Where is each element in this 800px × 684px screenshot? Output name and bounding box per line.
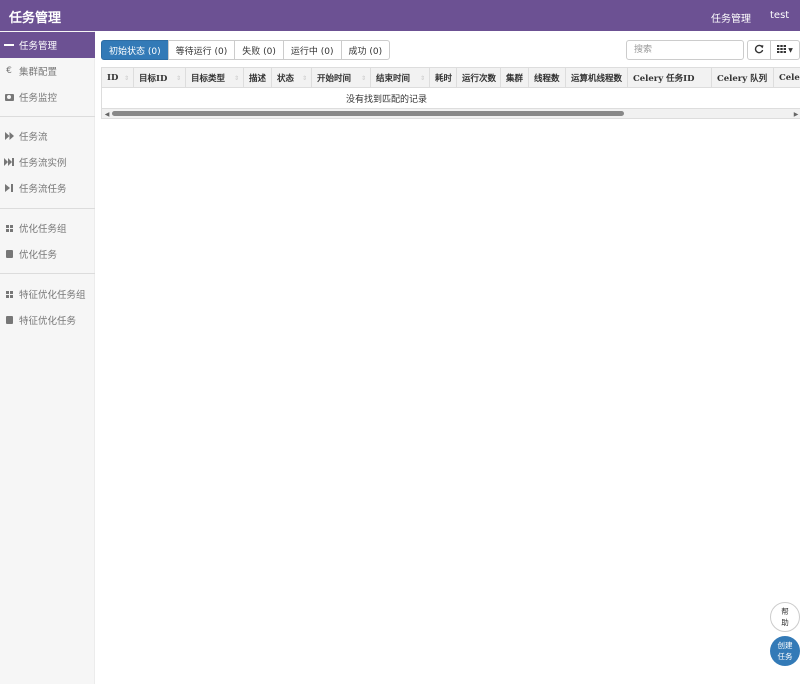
sort-icon: ⇕ <box>233 74 239 82</box>
table-header-row: ID ⇕ 目标ID ⇕ 目标类型 ⇕ 描述 状态 ⇕ 开始时间 ⇕ 结束时间 ⇕ 耗时 运行… <box>102 68 800 88</box>
column-header-celery-queue[interactable]: Celery 队列 <box>712 68 774 88</box>
column-header-celery-task-id[interactable]: Celery 任务ID <box>628 68 712 88</box>
sidebar-item-task-monitor[interactable]: 任务监控 <box>0 84 95 110</box>
sort-icon: ⇕ <box>123 74 129 82</box>
euro-icon: € <box>6 65 12 76</box>
sidebar-item-workflow-instance[interactable]: 任务流实例 <box>0 149 95 175</box>
tab-success[interactable]: 成功 (0) <box>340 40 391 60</box>
refresh-icon <box>754 44 764 57</box>
top-navbar: 任务管理 任务管理 test <box>0 0 800 31</box>
server-icon <box>4 40 14 50</box>
book-icon <box>4 249 14 259</box>
empty-table-message: 没有找到匹配的记录 <box>102 88 800 109</box>
column-header-status[interactable]: 状态 ⇕ <box>272 68 312 88</box>
sidebar: 任务管理 € 集群配置 任务监控 任务流 任务流实例 任务流任务 优化任务组 优… <box>0 31 95 684</box>
refresh-button[interactable] <box>747 40 771 60</box>
skip-forward-icon <box>4 183 14 193</box>
sidebar-item-cluster-config[interactable]: € 集群配置 <box>0 58 95 84</box>
sidebar-item-label: 优化任务组 <box>19 224 67 235</box>
sidebar-item-task-management[interactable]: 任务管理 <box>0 32 95 58</box>
grid-icon <box>4 289 14 299</box>
nav-link-user[interactable]: test <box>770 10 789 21</box>
fast-forward-icon <box>4 131 14 141</box>
sidebar-item-feature-optimization-task[interactable]: 特征优化任务 <box>0 307 95 333</box>
sidebar-item-workflow-task[interactable]: 任务流任务 <box>0 175 95 201</box>
search-input[interactable] <box>626 40 744 60</box>
sidebar-divider <box>0 208 95 209</box>
sidebar-divider <box>0 116 95 117</box>
column-header-cluster[interactable]: 集群 <box>501 68 529 88</box>
camera-icon <box>4 92 14 102</box>
sort-icon: ⇕ <box>175 74 181 82</box>
tab-failed[interactable]: 失败 (0) <box>234 40 284 60</box>
caret-down-icon: ▼ <box>788 46 793 54</box>
scrollbar-thumb[interactable] <box>112 111 624 116</box>
column-header-compute-threads[interactable]: 运算机线程数 <box>566 68 628 88</box>
sidebar-item-optimization-task[interactable]: 优化任务 <box>0 241 95 267</box>
column-header-id[interactable]: ID ⇕ <box>102 68 134 88</box>
tab-waiting[interactable]: 等待运行 (0) <box>167 40 236 60</box>
sidebar-item-feature-optimization-group[interactable]: 特征优化任务组 <box>0 281 95 307</box>
columns-toggle-button[interactable]: ▼ <box>770 40 800 60</box>
help-button-label: 帮助 <box>781 607 789 627</box>
create-task-button[interactable]: 创建任务 <box>770 636 800 666</box>
column-header-start-time[interactable]: 开始时间 ⇕ <box>312 68 371 88</box>
sort-icon: ⇕ <box>360 74 366 82</box>
task-table: ID ⇕ 目标ID ⇕ 目标类型 ⇕ 描述 状态 ⇕ 开始时间 ⇕ 结束时间 ⇕ 耗时 运行… <box>101 67 800 119</box>
sidebar-item-label: 特征优化任务组 <box>19 290 86 301</box>
sidebar-item-workflow[interactable]: 任务流 <box>0 123 95 149</box>
sort-icon: ⇕ <box>301 74 307 82</box>
scroll-right-icon[interactable]: ▶ <box>791 109 800 118</box>
app-title[interactable]: 任务管理 <box>9 7 61 26</box>
sidebar-item-label: 特征优化任务 <box>19 316 77 327</box>
grid-icon <box>4 223 14 233</box>
sidebar-item-optimization-group[interactable]: 优化任务组 <box>0 215 95 241</box>
column-header-celery[interactable]: Celery <box>774 68 800 88</box>
grid-icon <box>777 44 787 56</box>
step-forward-icon <box>4 157 14 167</box>
sidebar-item-label: 任务监控 <box>19 93 58 104</box>
book-icon <box>4 315 14 325</box>
sidebar-item-label: 集群配置 <box>19 67 58 78</box>
sidebar-item-label: 任务管理 <box>19 41 58 52</box>
sidebar-item-label: 优化任务 <box>19 250 58 261</box>
nav-link-task-management[interactable]: 任务管理 <box>711 10 751 25</box>
sidebar-item-label: 任务流实例 <box>19 158 67 169</box>
scroll-left-icon[interactable]: ◀ <box>102 109 112 118</box>
column-header-run-count[interactable]: 运行次数 <box>457 68 501 88</box>
column-header-target-id[interactable]: 目标ID ⇕ <box>134 68 186 88</box>
tab-running[interactable]: 运行中 (0) <box>282 40 342 60</box>
status-tabs: 初始状态 (0) 等待运行 (0) 失败 (0) 运行中 (0) 成功 (0) <box>101 40 391 60</box>
sort-icon: ⇕ <box>419 74 425 82</box>
horizontal-scrollbar[interactable]: ◀ ▶ <box>102 109 800 118</box>
column-header-threads[interactable]: 线程数 <box>529 68 566 88</box>
column-header-target-type[interactable]: 目标类型 ⇕ <box>186 68 244 88</box>
sidebar-item-label: 任务流任务 <box>19 184 67 195</box>
create-task-button-label: 创建任务 <box>777 641 793 661</box>
help-button[interactable]: 帮助 <box>770 602 800 632</box>
column-header-duration[interactable]: 耗时 <box>430 68 457 88</box>
tab-initial[interactable]: 初始状态 (0) <box>101 40 169 60</box>
column-header-end-time[interactable]: 结束时间 ⇕ <box>371 68 430 88</box>
sidebar-item-label: 任务流 <box>19 132 48 143</box>
sidebar-divider <box>0 273 95 274</box>
column-header-description[interactable]: 描述 <box>244 68 272 88</box>
